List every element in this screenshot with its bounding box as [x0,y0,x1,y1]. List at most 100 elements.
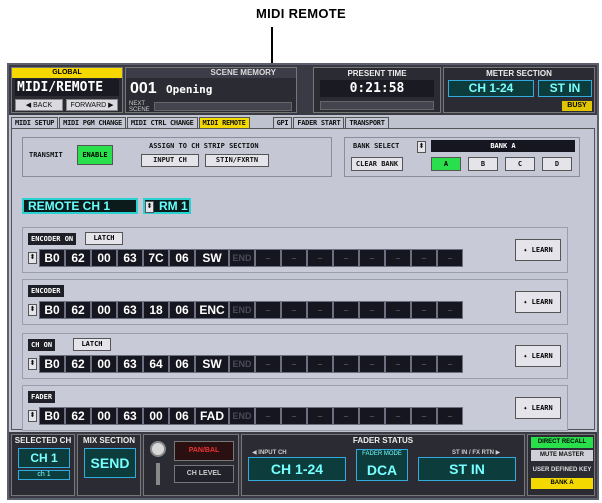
ch-level-button[interactable]: CH LEVEL [174,465,234,483]
midi-byte-empty[interactable]: – [359,355,385,373]
midi-byte[interactable]: 00 [143,407,169,425]
midi-byte[interactable]: 63 [117,301,143,319]
byte-stepper-icon[interactable]: ⬍ [28,358,37,370]
midi-byte-empty[interactable]: – [385,301,411,319]
midi-byte-empty[interactable]: – [411,249,437,267]
midi-byte[interactable]: 18 [143,301,169,319]
byte-stepper-icon[interactable]: ⬍ [28,252,37,264]
fader-mode-box[interactable]: FADER MODE DCA [356,449,408,481]
midi-byte-empty[interactable]: – [307,407,333,425]
midi-byte-empty[interactable]: – [255,249,281,267]
midi-byte-empty[interactable]: – [281,249,307,267]
midi-byte-end[interactable]: END [229,301,255,319]
midi-byte[interactable]: 00 [91,355,117,373]
midi-byte[interactable]: ENC [195,301,229,319]
midi-byte-empty[interactable]: – [307,249,333,267]
midi-byte-empty[interactable]: – [281,355,307,373]
midi-byte[interactable]: 63 [117,249,143,267]
midi-byte-empty[interactable]: – [411,407,437,425]
fader-status-input-ch[interactable]: CH 1-24 [248,457,346,481]
learn-button[interactable]: ✦ LEARN [515,291,561,313]
tab-fader-start[interactable]: FADER START [293,117,345,128]
midi-byte-empty[interactable]: – [333,355,359,373]
midi-byte-empty[interactable]: – [255,301,281,319]
midi-byte[interactable]: 00 [91,407,117,425]
midi-byte-empty[interactable]: – [437,407,463,425]
rm-stepper-icon[interactable]: ⬍ [145,201,154,213]
midi-byte-empty[interactable]: – [255,407,281,425]
remote-channel-display[interactable]: REMOTE CH 1 [22,198,138,214]
midi-byte-empty[interactable]: – [385,355,411,373]
mix-send-button[interactable]: SEND [84,448,136,478]
stin-fxrtn-button[interactable]: STIN/FXRTN [205,154,269,167]
midi-byte-empty[interactable]: – [385,407,411,425]
midi-byte[interactable]: 7C [143,249,169,267]
bank-d-button[interactable]: D [542,157,572,171]
midi-byte[interactable]: B0 [39,249,65,267]
midi-byte[interactable]: 64 [143,355,169,373]
midi-byte-empty[interactable]: – [411,355,437,373]
midi-byte[interactable]: 00 [91,301,117,319]
byte-stepper-icon[interactable]: ⬍ [28,410,37,422]
tab-midi-setup[interactable]: MIDI SETUP [11,117,59,128]
midi-byte[interactable]: 06 [169,355,195,373]
midi-byte-empty[interactable]: – [359,249,385,267]
user-bank-button[interactable]: BANK A [531,478,593,489]
bank-select-stepper-icon[interactable]: ⬍ [417,141,426,153]
midi-byte[interactable]: 06 [169,301,195,319]
midi-byte-empty[interactable]: – [385,249,411,267]
midi-byte[interactable]: 63 [117,355,143,373]
bank-b-button[interactable]: B [468,157,498,171]
midi-byte-empty[interactable]: – [411,301,437,319]
midi-byte[interactable]: SW [195,249,229,267]
midi-byte[interactable]: FAD [195,407,229,425]
tab-midi-remote[interactable]: MIDI REMOTE [198,117,250,128]
function-title[interactable]: MIDI/REMOTE [15,79,119,96]
midi-byte-empty[interactable]: – [437,301,463,319]
learn-button[interactable]: ✦ LEARN [515,239,561,261]
clear-bank-button[interactable]: CLEAR BANK [351,157,403,171]
mute-master-button[interactable]: MUTE MASTER [531,450,593,461]
midi-byte[interactable]: 06 [169,249,195,267]
tab-transport[interactable]: TRANSPORT [345,117,389,128]
bank-a-button[interactable]: A [431,157,461,171]
meter-ch-button[interactable]: CH 1-24 [448,80,534,97]
midi-byte-empty[interactable]: – [281,407,307,425]
midi-byte-empty[interactable]: – [437,249,463,267]
tab-gpi[interactable]: GPI [272,117,293,128]
midi-byte[interactable]: B0 [39,407,65,425]
forward-button[interactable]: FORWARD ▶ [66,99,118,111]
midi-byte-end[interactable]: END [229,355,255,373]
meter-st-button[interactable]: ST IN [538,80,592,97]
midi-byte[interactable]: 00 [91,249,117,267]
tab-midi-pgm-change[interactable]: MIDI PGM CHANGE [59,117,126,128]
fader-status-stin[interactable]: ST IN [418,457,516,481]
midi-byte-empty[interactable]: – [333,407,359,425]
midi-byte[interactable]: 63 [117,407,143,425]
midi-byte-empty[interactable]: – [333,249,359,267]
midi-byte[interactable]: 62 [65,355,91,373]
midi-byte[interactable]: B0 [39,301,65,319]
midi-byte[interactable]: 62 [65,249,91,267]
midi-byte[interactable]: SW [195,355,229,373]
tab-midi-ctrl-change[interactable]: MIDI CTRL CHANGE [126,117,198,128]
midi-byte-empty[interactable]: – [255,355,281,373]
bank-c-button[interactable]: C [505,157,535,171]
midi-byte[interactable]: 62 [65,407,91,425]
midi-byte-empty[interactable]: – [307,301,333,319]
midi-byte-empty[interactable]: – [359,301,385,319]
back-button[interactable]: ◀ BACK [15,99,63,111]
latch-button[interactable]: LATCH [85,232,123,245]
midi-byte-empty[interactable]: – [437,355,463,373]
latch-button[interactable]: LATCH [73,338,111,351]
input-ch-button[interactable]: INPUT CH [141,154,199,167]
midi-byte-empty[interactable]: – [281,301,307,319]
scene-name[interactable]: Opening [166,83,212,96]
midi-byte[interactable]: B0 [39,355,65,373]
midi-byte-empty[interactable]: – [333,301,359,319]
direct-recall-button[interactable]: DIRECT RECALL [531,437,593,448]
learn-button[interactable]: ✦ LEARN [515,345,561,367]
byte-stepper-icon[interactable]: ⬍ [28,304,37,316]
midi-byte[interactable]: 06 [169,407,195,425]
midi-byte-empty[interactable]: – [307,355,333,373]
